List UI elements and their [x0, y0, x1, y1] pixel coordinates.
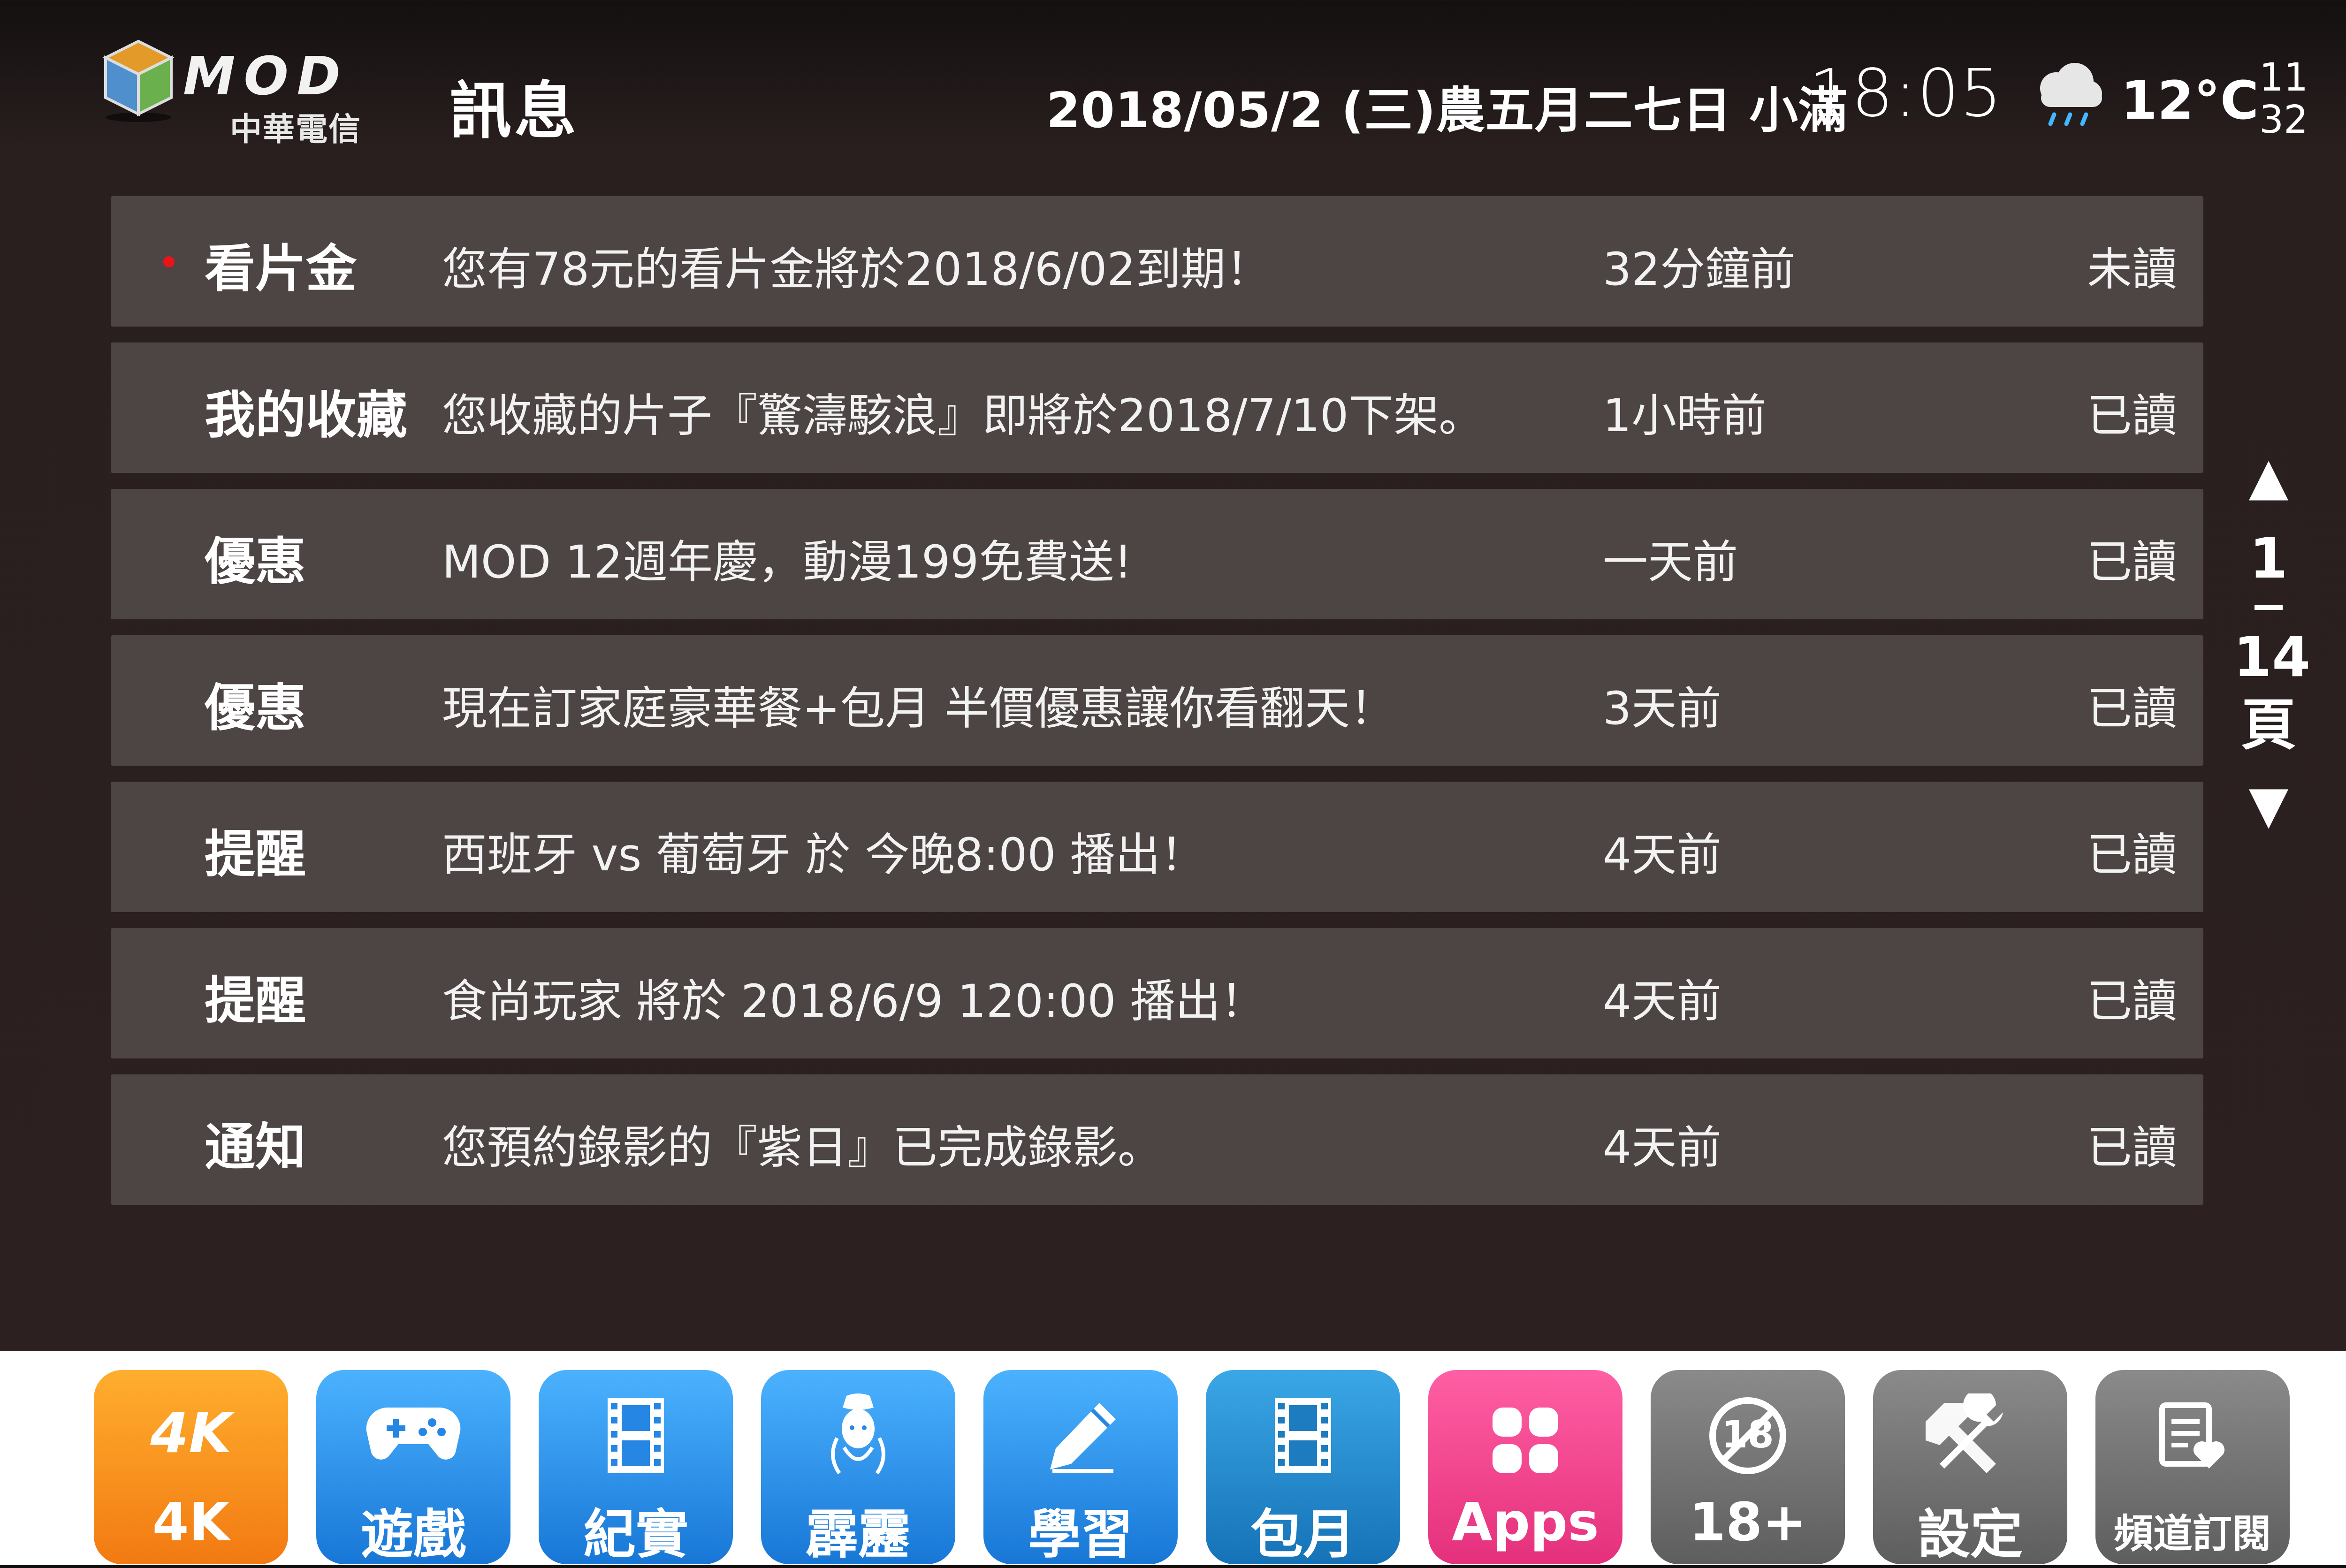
- date-text: 2018/05/2 (三)農五月二七日 小滿: [1046, 82, 1848, 139]
- apps-grid-icon: [1493, 1408, 1558, 1473]
- message-row[interactable]: 優惠 現在訂家庭豪華餐+包月 半價優惠讓你看翻天！ 3天前 已讀: [111, 635, 2203, 766]
- triangle-down-icon[interactable]: ▼: [2233, 779, 2304, 830]
- message-text: 您預約錄影的『紫日』已完成錄影。: [442, 1121, 1163, 1174]
- message-text: 食尚玩家 將於 2018/6/9 120:00 播出！: [442, 975, 1265, 1028]
- message-status: 已讀: [2087, 682, 2177, 735]
- message-row[interactable]: 提醒 食尚玩家 將於 2018/6/9 120:00 播出！ 4天前 已讀: [111, 928, 2203, 1058]
- dock-button-4k[interactable]: 4K 4K: [94, 1370, 288, 1564]
- message-status: 已讀: [2087, 389, 2177, 442]
- tools-icon: [1926, 1393, 2003, 1473]
- message-time: 3天前: [1603, 682, 1722, 735]
- pager-divider: [2255, 605, 2283, 610]
- message-status: 已讀: [2087, 829, 2177, 881]
- message-time: 4天前: [1603, 829, 1722, 881]
- dock-button-adult[interactable]: 18 18+: [1651, 1370, 1845, 1564]
- dock-label: 設定: [1918, 1504, 2023, 1565]
- mod-cube-icon: [102, 39, 175, 122]
- dock-button-documentary[interactable]: 紀實: [539, 1370, 733, 1565]
- page-title: 訊息: [449, 75, 579, 147]
- message-status: 已讀: [2087, 975, 2177, 1028]
- bottom-dock: 4K 4K 遊戲 紀實 霹靂 學習 包月 Apps 18+ 設定 頻道訂閱: [0, 1351, 2346, 1565]
- pager-total: 14: [2233, 624, 2311, 689]
- mod-logo: MOD 中華電信: [101, 37, 392, 148]
- dock-label: Apps: [1452, 1492, 1599, 1553]
- dock-button-pili[interactable]: 霹靂: [761, 1370, 955, 1565]
- logo-brand-text: MOD: [183, 46, 349, 107]
- logo-company-text: 中華電信: [230, 111, 362, 148]
- message-text: 西班牙 vs 葡萄牙 於 今晚8:00 播出！: [442, 829, 1205, 881]
- message-category: 提醒: [205, 972, 306, 1030]
- dock-label: 學習: [1028, 1504, 1133, 1565]
- dock-label: 遊戲: [361, 1504, 466, 1565]
- pencil-icon: [1050, 1403, 1116, 1473]
- message-text: 現在訂家庭豪華餐+包月 半價優惠讓你看翻天！: [442, 682, 1395, 735]
- message-row[interactable]: 通知 您預約錄影的『紫日』已完成錄影。 4天前 已讀: [111, 1074, 2203, 1205]
- message-category: 提醒: [205, 825, 306, 884]
- temperature: 12°C: [2121, 70, 2259, 131]
- no-18-icon: 18: [1709, 1397, 1786, 1474]
- message-status: 未讀: [2087, 243, 2177, 296]
- message-time: 32分鐘前: [1603, 243, 1796, 296]
- subscribe-heart-icon: [2159, 1402, 2225, 1469]
- message-text: MOD 12週年慶，動漫199免費送!: [442, 536, 1132, 588]
- pager: ▲ 1 14 頁 ▼: [2233, 450, 2311, 830]
- message-row[interactable]: 優惠 MOD 12週年慶，動漫199免費送! 一天前 已讀: [111, 489, 2203, 619]
- dock-label: 18+: [1689, 1492, 1806, 1553]
- temperature-high: 11: [2259, 55, 2308, 100]
- dock-label: 頻道訂閱: [2113, 1511, 2271, 1557]
- unread-dot-icon: [163, 256, 175, 267]
- rain-cloud-icon: [2040, 63, 2102, 126]
- message-row[interactable]: 我的收藏 您收藏的片子『驚濤駭浪』即將於2018/7/10下架。 1小時前 已讀: [111, 343, 2203, 473]
- message-time: 一天前: [1603, 536, 1738, 588]
- message-time: 4天前: [1603, 1121, 1722, 1174]
- dock-button-settings[interactable]: 設定: [1873, 1370, 2067, 1565]
- film-strip-icon: [608, 1398, 664, 1473]
- message-text: 您有78元的看片金將於2018/6/02到期！: [442, 243, 1271, 296]
- message-category: 通知: [205, 1118, 306, 1177]
- dock-button-channel-subscribe[interactable]: 頻道訂閱: [2095, 1370, 2290, 1564]
- message-row[interactable]: 提醒 西班牙 vs 葡萄牙 於 今晚8:00 播出！ 4天前 已讀: [111, 782, 2203, 912]
- message-list: 看片金 您有78元的看片金將於2018/6/02到期！ 32分鐘前 未讀 我的收…: [111, 196, 2203, 1221]
- message-category: 看片金: [205, 240, 357, 298]
- pager-current: 1: [2249, 526, 2288, 591]
- dock-button-apps[interactable]: Apps: [1428, 1370, 1622, 1564]
- message-row[interactable]: 看片金 您有78元的看片金將於2018/6/02到期！ 32分鐘前 未讀: [111, 196, 2203, 327]
- message-status: 已讀: [2087, 1121, 2177, 1174]
- message-text: 您收藏的片子『驚濤駭浪』即將於2018/7/10下架。: [442, 389, 1484, 442]
- message-time: 4天前: [1603, 975, 1722, 1028]
- message-category: 優惠: [205, 679, 306, 738]
- dock-label: 包月: [1250, 1504, 1356, 1565]
- dock-button-learning[interactable]: 學習: [983, 1370, 1178, 1565]
- 4k-icon: 4K: [150, 1403, 235, 1464]
- pager-unit: 頁: [2240, 693, 2296, 757]
- clock-time: 18:05: [1809, 55, 2003, 132]
- dock-label: 霹靂: [806, 1504, 911, 1565]
- triangle-up-icon[interactable]: ▲: [2233, 450, 2304, 502]
- film-strip-icon: [1275, 1398, 1331, 1473]
- dock-label: 4K: [152, 1492, 230, 1553]
- dock-label: 紀實: [583, 1504, 688, 1565]
- message-time: 1小時前: [1603, 389, 1767, 442]
- puppet-icon: [831, 1393, 885, 1475]
- gamepad-icon: [366, 1407, 461, 1460]
- message-category: 優惠: [205, 533, 306, 591]
- message-category: 我的收藏: [205, 386, 408, 445]
- dock-button-monthly[interactable]: 包月: [1206, 1370, 1400, 1565]
- temperature-low: 32: [2259, 98, 2308, 142]
- dock-button-games[interactable]: 遊戲: [316, 1370, 510, 1565]
- message-status: 已讀: [2087, 536, 2177, 588]
- svg-text:4K: 4K: [150, 1403, 235, 1464]
